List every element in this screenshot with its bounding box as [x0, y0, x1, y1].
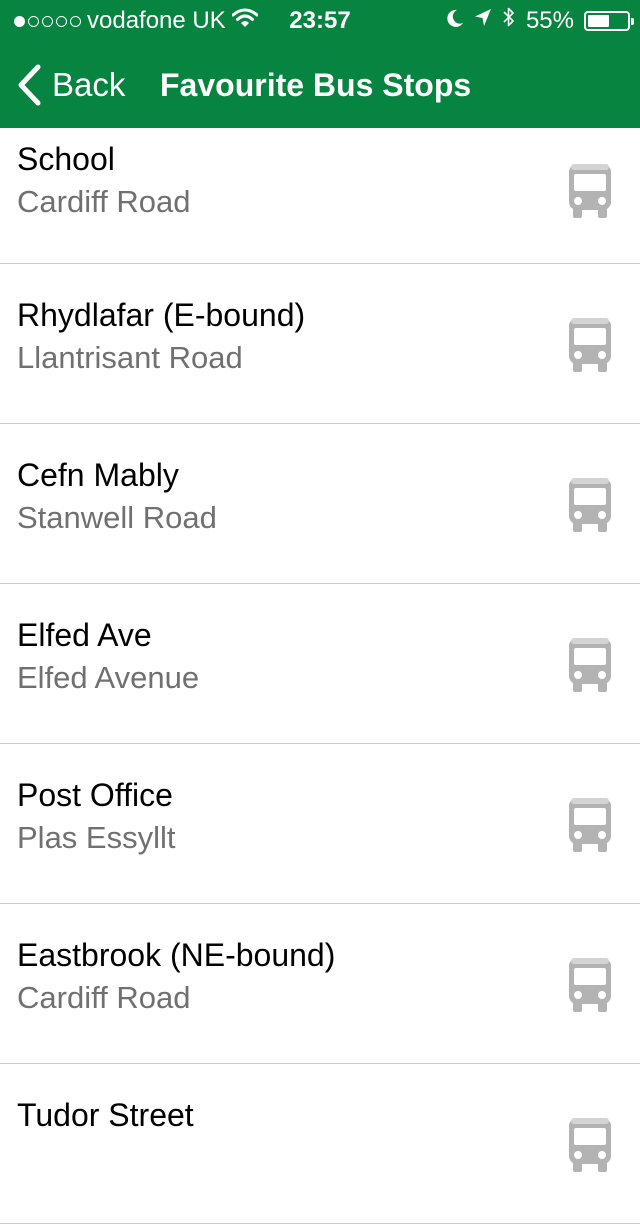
status-right: 55%	[446, 6, 634, 35]
stop-road: Cardiff Road	[17, 980, 191, 1015]
moon-icon	[446, 7, 464, 35]
top-bar: vodafone UK 23:57 55% Back Favourite Bus…	[0, 0, 640, 128]
stop-road: Elfed Avenue	[17, 660, 200, 695]
bluetooth-icon	[502, 6, 516, 35]
navigation-bar: Back Favourite Bus Stops	[0, 40, 640, 128]
battery-percent: 55%	[525, 6, 574, 34]
bus-stop-row[interactable]: Rhydlafar (E-bound) Llantrisant Road	[0, 264, 640, 424]
back-label: Back	[52, 66, 126, 103]
bus-icon	[566, 957, 614, 1018]
bus-icon	[566, 163, 614, 224]
bus-stop-row[interactable]: Post Office Plas Essyllt	[0, 744, 640, 904]
stop-name: Cefn Mably	[17, 457, 179, 493]
battery-icon	[584, 10, 634, 31]
location-arrow-icon	[474, 7, 492, 35]
stop-name: Eastbrook (NE-bound)	[17, 937, 336, 973]
page-title: Favourite Bus Stops	[160, 67, 472, 103]
bus-icon	[566, 797, 614, 858]
bus-stop-row[interactable]: Eastbrook (NE-bound) Cardiff Road	[0, 904, 640, 1064]
stop-name: Rhydlafar (E-bound)	[17, 297, 306, 333]
chevron-left-icon	[16, 64, 42, 106]
bus-stop-row[interactable]: School Cardiff Road	[0, 128, 640, 264]
stop-name: Tudor Street	[17, 1097, 194, 1133]
stop-name: School	[17, 141, 115, 177]
bus-icon	[566, 477, 614, 538]
bus-icon	[566, 637, 614, 698]
stop-name: Elfed Ave	[17, 617, 152, 653]
bus-icon	[566, 317, 614, 378]
bus-stop-row[interactable]: Cefn Mably Stanwell Road	[0, 424, 640, 584]
battery-nub	[631, 17, 634, 25]
battery-fill	[588, 14, 609, 27]
stop-road: Cardiff Road	[17, 184, 191, 219]
stop-road: Llantrisant Road	[17, 340, 243, 375]
stop-name: Post Office	[17, 777, 173, 813]
bus-stop-row[interactable]: Tudor Street	[0, 1064, 640, 1224]
back-button[interactable]: Back	[16, 64, 125, 106]
status-bar: vodafone UK 23:57 55%	[0, 0, 640, 40]
bus-stop-row[interactable]: Elfed Ave Elfed Avenue	[0, 584, 640, 744]
bus-icon	[566, 1117, 614, 1178]
stop-road: Plas Essyllt	[17, 820, 176, 855]
stop-road: Stanwell Road	[17, 500, 217, 535]
favourite-stops-list: School Cardiff Road Rhydlafar (E-bound) …	[0, 128, 640, 1224]
